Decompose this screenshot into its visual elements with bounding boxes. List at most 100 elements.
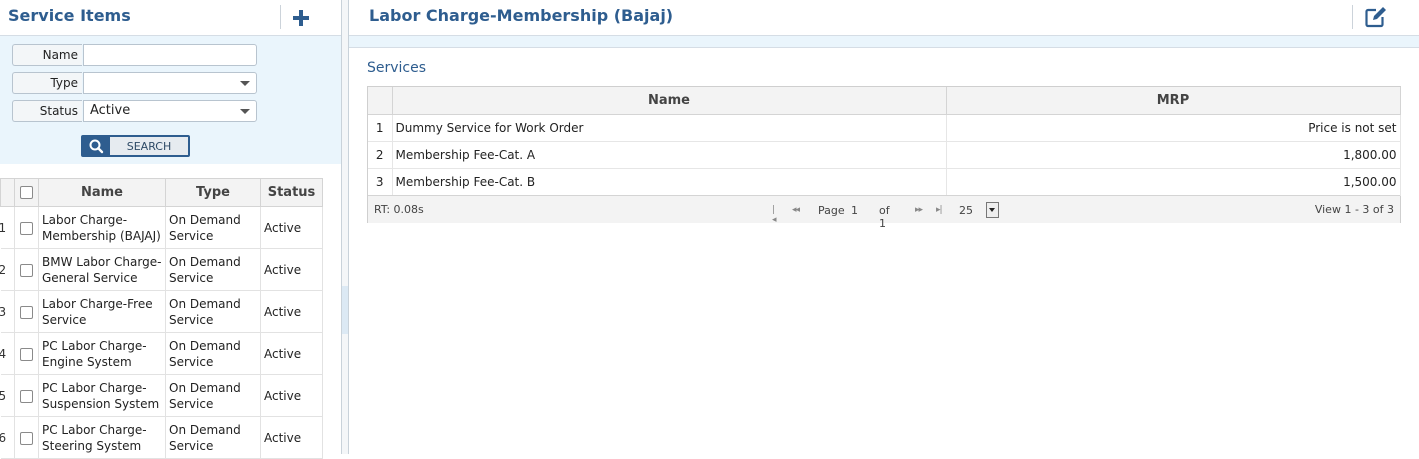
status-filter-select[interactable]: Active — [83, 100, 257, 122]
detail-title: Labor Charge-Membership (Bajaj) — [369, 6, 674, 25]
row-number-header — [368, 87, 393, 115]
mrp-column-header[interactable]: MRP — [946, 87, 1401, 115]
last-page-icon[interactable]: ▸| — [936, 205, 942, 215]
service-name-cell: Membership Fee-Cat. B — [392, 168, 947, 196]
mrp-cell: 1,800.00 — [946, 141, 1401, 169]
row-checkbox[interactable] — [14, 374, 39, 417]
item-name-cell[interactable]: PC Labor Charge-Steering System — [38, 416, 166, 459]
table-header-row: Name MRP — [368, 87, 1401, 115]
item-type-cell: On Demand Service — [165, 248, 261, 291]
row-checkbox[interactable] — [14, 332, 39, 375]
table-row[interactable]: 5 PC Labor Charge-Suspension System On Dem… — [0, 374, 323, 417]
status-filter-label: Status — [12, 100, 82, 122]
item-type-cell: On Demand Service — [165, 416, 261, 459]
row-number: 5 — [0, 374, 15, 417]
search-icon — [83, 137, 110, 155]
row-number-header — [0, 178, 15, 207]
service-items-header: Service Items — [0, 0, 341, 36]
row-number: 3 — [368, 168, 393, 196]
item-status-cell: Active — [260, 206, 323, 249]
header-divider — [280, 5, 281, 29]
table-row[interactable]: 1 Labor Charge-Membership (BAJAJ) On Deman… — [0, 206, 323, 249]
mrp-cell: Price is not set — [946, 114, 1401, 142]
item-status-cell: Active — [260, 416, 323, 459]
name-column-header[interactable]: Name — [38, 178, 166, 207]
select-all-checkbox[interactable] — [14, 178, 39, 207]
edit-icon — [1365, 7, 1386, 28]
item-status-cell: Active — [260, 374, 323, 417]
page-count-label: of 1 — [879, 204, 890, 230]
chevron-down-icon — [240, 109, 250, 114]
status-column-header[interactable]: Status — [260, 178, 323, 207]
item-type-cell: On Demand Service — [165, 290, 261, 333]
row-checkbox[interactable] — [14, 206, 39, 249]
table-row[interactable]: 3 Membership Fee-Cat. B 1,500.00 — [368, 168, 1401, 196]
search-button-label: SEARCH — [126, 140, 172, 153]
name-filter-label: Name — [12, 44, 82, 66]
splitter-handle[interactable] — [342, 286, 348, 334]
row-number: 6 — [0, 416, 15, 459]
page-number-input[interactable]: 1 — [848, 202, 878, 220]
rows-per-page-value: 25 — [959, 204, 973, 217]
plus-icon — [293, 10, 309, 26]
services-grid: Name MRP 1 Dummy Service for Work Order Pr… — [367, 86, 1401, 230]
item-status-cell: Active — [260, 290, 323, 333]
edit-button[interactable] — [1363, 5, 1389, 29]
item-type-cell: On Demand Service — [165, 206, 261, 249]
header-divider — [1352, 5, 1353, 29]
view-records-summary: View 1 - 3 of 3 — [1314, 203, 1394, 216]
service-items-title: Service Items — [8, 6, 131, 25]
row-number: 3 — [0, 290, 15, 333]
item-status-cell: Active — [260, 248, 323, 291]
table-header-row: Name Type Status — [0, 178, 323, 207]
detail-panel: Labor Charge-Membership (Bajaj) Services… — [349, 0, 1419, 454]
table-row[interactable]: 6 PC Labor Charge-Steering System On Deman… — [0, 416, 323, 459]
row-checkbox[interactable] — [14, 248, 39, 291]
mrp-cell: 1,500.00 — [946, 168, 1401, 196]
prev-page-icon[interactable]: ◂◂ — [792, 205, 800, 215]
chevron-down-icon — [240, 81, 250, 86]
next-page-icon[interactable]: ▸▸ — [915, 205, 923, 215]
item-name-cell[interactable]: Labor Charge-Membership (BAJAJ) — [38, 206, 166, 249]
table-row[interactable]: 2 Membership Fee-Cat. A 1,800.00 — [368, 141, 1401, 169]
filter-form: Name Type Status Active SEARCH — [0, 36, 341, 164]
rows-per-page-select[interactable]: 25 — [954, 202, 1000, 218]
first-page-icon[interactable]: |◂ — [772, 205, 776, 225]
row-number: 4 — [0, 332, 15, 375]
detail-header: Labor Charge-Membership (Bajaj) — [349, 0, 1419, 36]
item-name-cell[interactable]: PC Labor Charge-Engine System — [38, 332, 166, 375]
item-name-cell[interactable]: BMW Labor Charge-General Service — [38, 248, 166, 291]
name-filter-field[interactable] — [83, 44, 257, 66]
service-items-table: Name Type Status 1 Labor Charge-Membershi… — [0, 178, 323, 459]
add-service-item-button[interactable] — [290, 4, 312, 30]
status-filter-value: Active — [90, 103, 131, 118]
type-filter-label: Type — [12, 72, 82, 94]
service-name-column-header[interactable]: Name — [392, 87, 947, 115]
row-number: 1 — [0, 206, 15, 249]
table-row[interactable]: 1 Dummy Service for Work Order Price is no… — [368, 114, 1401, 142]
item-name-cell[interactable]: Labor Charge-Free Service — [38, 290, 166, 333]
service-name-cell: Membership Fee-Cat. A — [392, 141, 947, 169]
search-button[interactable]: SEARCH — [81, 135, 190, 157]
table-row[interactable]: 4 PC Labor Charge-Engine System On Demand … — [0, 332, 323, 375]
row-number: 2 — [368, 141, 393, 169]
service-name-cell: Dummy Service for Work Order — [392, 114, 947, 142]
name-filter-input[interactable] — [90, 45, 250, 63]
services-table: Name MRP 1 Dummy Service for Work Order Pr… — [368, 87, 1401, 196]
row-checkbox[interactable] — [14, 290, 39, 333]
item-type-cell: On Demand Service — [165, 332, 261, 375]
item-type-cell: On Demand Service — [165, 374, 261, 417]
row-number: 2 — [0, 248, 15, 291]
item-name-cell[interactable]: PC Labor Charge-Suspension System — [38, 374, 166, 417]
detail-toolbar-strip — [349, 36, 1419, 48]
service-items-panel: Service Items Name Type Status Active SE… — [0, 0, 341, 459]
panel-splitter[interactable] — [341, 0, 349, 454]
table-row[interactable]: 3 Labor Charge-Free Service On Demand Serv… — [0, 290, 323, 333]
pager-bar: RT: 0.08s |◂ ◂◂ Page 1 of 1 ▸▸ ▸| 25 Vie… — [368, 195, 1400, 230]
dropdown-caret-icon — [986, 202, 999, 218]
response-time: RT: 0.08s — [374, 203, 424, 216]
row-checkbox[interactable] — [14, 416, 39, 459]
type-column-header[interactable]: Type — [165, 178, 261, 207]
type-filter-select[interactable] — [83, 72, 257, 94]
table-row[interactable]: 2 BMW Labor Charge-General Service On Dema… — [0, 248, 323, 291]
